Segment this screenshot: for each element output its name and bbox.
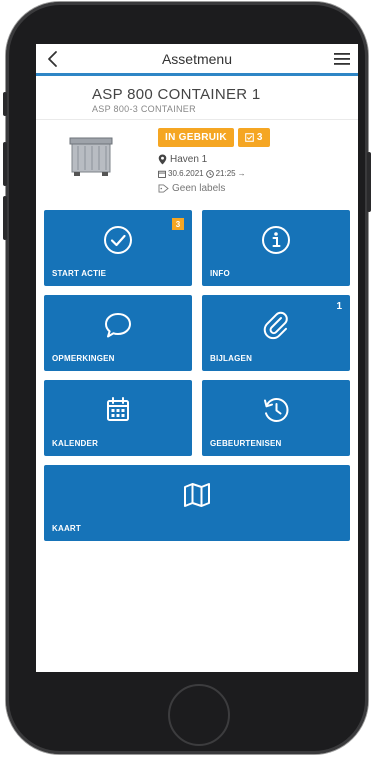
- asset-header: ASP 800 CONTAINER 1 ASP 800-3 CONTAINER: [36, 76, 358, 120]
- speech-bubble-icon: [105, 313, 131, 338]
- time-suffix: →: [237, 169, 246, 178]
- tile-label: KALENDER: [52, 439, 99, 448]
- paperclip-icon: [263, 311, 288, 340]
- mute-switch: [3, 92, 7, 116]
- tile-info[interactable]: INFO: [202, 210, 350, 286]
- tile-bijlagen[interactable]: 1 BIJLAGEN: [202, 295, 350, 371]
- info-circle-icon: [262, 226, 290, 254]
- tile-start-actie[interactable]: 3 START ACTIE: [44, 210, 192, 286]
- asset-location: Haven 1: [158, 154, 207, 165]
- volume-down-button: [3, 196, 7, 240]
- tile-label: KAART: [52, 524, 81, 533]
- action-tiles: 3 START ACTIE INFO OPMERKINGEN 1 BIJLAGE…: [44, 210, 350, 541]
- phone-frame: Assetmenu ASP 800 CONTAINER 1 ASP 800-3 …: [3, 2, 371, 754]
- asset-subtitle: ASP 800-3 CONTAINER: [92, 104, 196, 114]
- status-badge[interactable]: IN GEBRUIK: [158, 128, 234, 147]
- container-image: [69, 137, 113, 176]
- tile-label: BIJLAGEN: [210, 354, 253, 363]
- tile-gebeurtenisen[interactable]: GEBEURTENISEN: [202, 380, 350, 456]
- app-screen: Assetmenu ASP 800 CONTAINER 1 ASP 800-3 …: [36, 44, 358, 672]
- home-button[interactable]: [168, 684, 230, 746]
- tile-label: START ACTIE: [52, 269, 107, 278]
- page-title: Assetmenu: [161, 50, 233, 67]
- tile-kaart[interactable]: KAART: [44, 465, 350, 541]
- tile-kalender[interactable]: KALENDER: [44, 380, 192, 456]
- tile-label: GEBEURTENISEN: [210, 439, 282, 448]
- clock-icon: [205, 169, 214, 178]
- tile-label: OPMERKINGEN: [52, 354, 115, 363]
- asset-datetime: 30.6.2021 21:25 →: [158, 169, 246, 178]
- task-count: 3: [256, 132, 263, 143]
- hamburger-menu-icon[interactable]: [332, 50, 352, 68]
- time-text: 21:25: [215, 169, 236, 178]
- tile-badge: 3: [172, 218, 184, 230]
- check-circle-icon: [104, 226, 132, 254]
- tile-label: INFO: [210, 269, 230, 278]
- location-text: Haven 1: [170, 154, 208, 165]
- nav-bar: Assetmenu: [36, 44, 358, 76]
- checkbox-icon: [245, 133, 254, 142]
- power-button: [367, 152, 371, 212]
- asset-title: ASP 800 CONTAINER 1: [92, 86, 261, 103]
- history-icon: [264, 397, 289, 423]
- tile-opmerkingen[interactable]: OPMERKINGEN: [44, 295, 192, 371]
- chevron-left-icon[interactable]: [42, 48, 64, 70]
- map-icon: [184, 483, 210, 507]
- date-text: 30.6.2021: [168, 169, 204, 178]
- asset-info: IN GEBRUIK 3 Haven 1 30.6.2021 21:25 → G…: [36, 120, 358, 206]
- task-count-badge[interactable]: 3: [237, 128, 270, 147]
- location-pin-icon: [158, 154, 167, 165]
- calendar-small-icon: [158, 170, 166, 178]
- volume-up-button: [3, 142, 7, 186]
- asset-badges: IN GEBRUIK 3: [158, 128, 270, 147]
- calendar-icon: [107, 397, 129, 421]
- tag-icon: [158, 184, 169, 193]
- tile-count: 1: [336, 301, 342, 312]
- asset-labels[interactable]: Geen labels: [158, 183, 225, 194]
- labels-text: Geen labels: [172, 183, 226, 194]
